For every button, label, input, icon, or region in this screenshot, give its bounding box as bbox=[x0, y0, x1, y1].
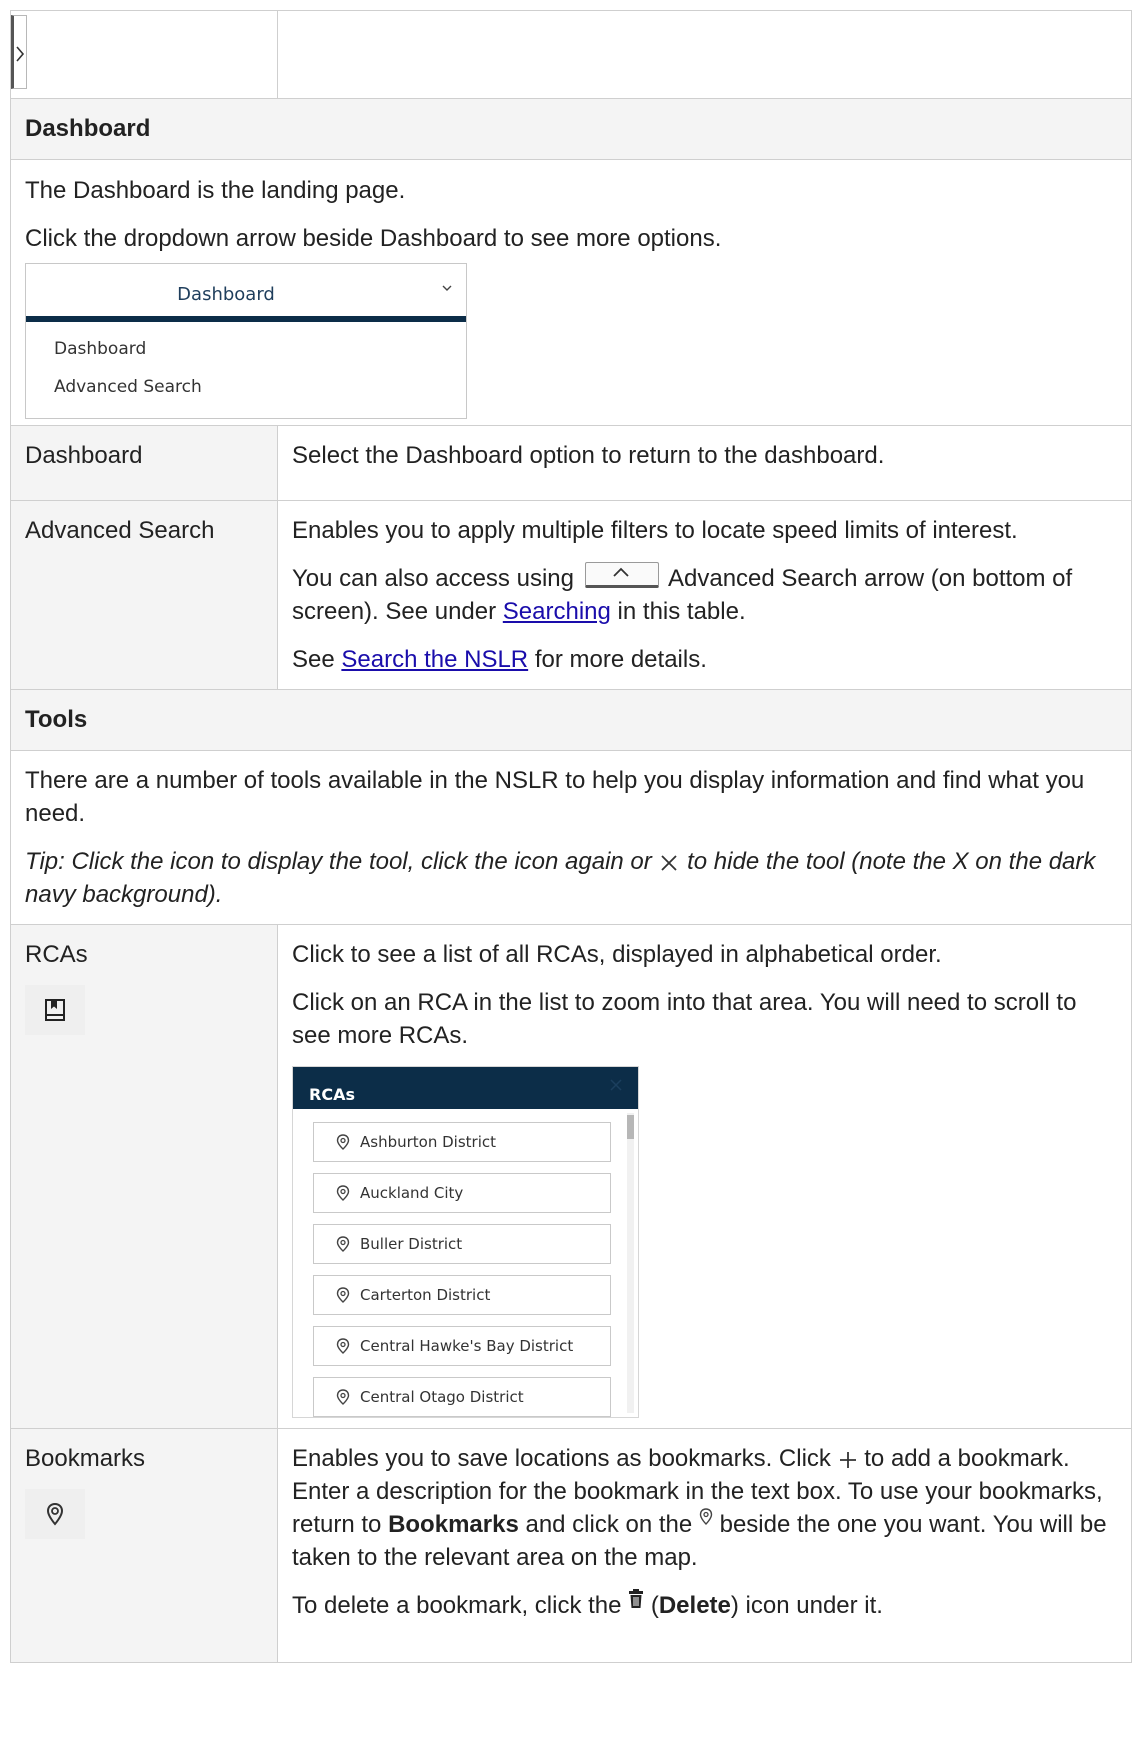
rcas-scrollbar-thumb[interactable] bbox=[627, 1115, 634, 1139]
chevron-up-icon bbox=[613, 567, 629, 577]
bookmarks-del-b: ( bbox=[650, 1592, 659, 1619]
tools-intro-text: There are a number of tools available in… bbox=[25, 767, 1085, 827]
pin-icon bbox=[46, 1502, 64, 1526]
row-label-bookmarks-cell: Bookmarks bbox=[10, 1428, 278, 1663]
bookmarks-row: Bookmarks Enables you to save locations … bbox=[10, 1428, 1132, 1663]
rcas-panel-screenshot: RCAs Ashburton District Auckland City Bu… bbox=[292, 1066, 639, 1418]
list-item-label: Carterton District bbox=[360, 1285, 491, 1304]
advanced-search-desc-2a: You can also access using bbox=[292, 565, 574, 592]
close-icon bbox=[661, 855, 678, 871]
advanced-search-desc-3: See Search the NSLR for more details. bbox=[292, 643, 1117, 676]
close-icon[interactable] bbox=[608, 1077, 624, 1093]
bookmarks-delete-text: To delete a bookmark, click the (Delete)… bbox=[292, 1589, 1117, 1622]
dashboard-intro-cell: The Dashboard is the landing page. Click… bbox=[10, 159, 1132, 426]
row-label-dashboard: Dashboard bbox=[10, 425, 278, 501]
chevron-row bbox=[10, 10, 1132, 99]
dashboard-option-row: Dashboard Select the Dashboard option to… bbox=[10, 425, 1132, 501]
advanced-search-desc-1: Enables you to apply multiple filters to… bbox=[292, 517, 1018, 544]
chevron-empty-cell bbox=[277, 10, 1132, 99]
list-item-label: Buller District bbox=[360, 1234, 463, 1253]
list-item[interactable]: Central Otago District bbox=[313, 1377, 611, 1417]
list-item[interactable]: Ashburton District bbox=[313, 1122, 611, 1162]
searching-link[interactable]: Searching bbox=[503, 598, 611, 625]
dashboard-dropdown-header[interactable]: Dashboard bbox=[26, 264, 466, 322]
tools-tip-a: Tip: Click the icon to display the tool,… bbox=[25, 848, 652, 875]
advanced-search-arrow-button[interactable] bbox=[584, 562, 659, 588]
bookmarks-desc-a: Enables you to save locations as bookmar… bbox=[292, 1445, 831, 1472]
section-title-tools: Tools bbox=[10, 689, 1132, 751]
dropdown-option-advanced-search[interactable]: Advanced Search bbox=[26, 368, 466, 406]
list-item[interactable]: Carterton District bbox=[313, 1275, 611, 1315]
dropdown-selected-label: Dashboard bbox=[177, 284, 275, 305]
trash-icon bbox=[629, 1589, 644, 1608]
bookmarks-del-bold: Delete bbox=[658, 1592, 731, 1619]
rcas-scrollbar[interactable] bbox=[627, 1113, 634, 1413]
dashboard-intro-row: The Dashboard is the landing page. Click… bbox=[10, 159, 1132, 426]
expand-panel-button[interactable] bbox=[11, 15, 27, 89]
list-item-label: Ashburton District bbox=[360, 1132, 496, 1151]
pin-icon bbox=[699, 1508, 713, 1525]
rcas-desc-1: Click to see a list of all RCAs, display… bbox=[292, 941, 942, 968]
plus-icon bbox=[839, 1451, 856, 1468]
dashboard-intro-text-1: The Dashboard is the landing page. bbox=[25, 177, 406, 204]
chevron-down-icon bbox=[442, 285, 452, 291]
dashboard-heading-row: Dashboard bbox=[10, 98, 1132, 160]
row-desc-dashboard: Select the Dashboard option to return to… bbox=[277, 425, 1132, 501]
list-item-label: Auckland City bbox=[360, 1183, 464, 1202]
list-item-label: Central Otago District bbox=[360, 1387, 524, 1406]
list-item[interactable]: Central Hawke's Bay District bbox=[313, 1326, 611, 1366]
row-desc-rcas: Click to see a list of all RCAs, display… bbox=[277, 924, 1132, 1429]
tools-heading-row: Tools bbox=[10, 689, 1132, 751]
tools-intro-row: There are a number of tools available in… bbox=[10, 750, 1132, 925]
rcas-panel-header: RCAs bbox=[293, 1067, 638, 1109]
help-table: Dashboard The Dashboard is the landing p… bbox=[10, 10, 1132, 1663]
book-icon bbox=[45, 999, 65, 1021]
search-the-nslr-link[interactable]: Search the NSLR bbox=[341, 646, 528, 673]
row-label-rcas: RCAs bbox=[25, 941, 88, 968]
list-item-label: Central Hawke's Bay District bbox=[360, 1336, 574, 1355]
pin-icon bbox=[336, 1134, 350, 1150]
chevron-cell bbox=[10, 10, 278, 99]
rcas-list: Ashburton District Auckland City Buller … bbox=[313, 1122, 611, 1417]
rcas-desc-2: Click on an RCA in the list to zoom into… bbox=[292, 989, 1077, 1049]
row-label-advanced-search: Advanced Search bbox=[10, 500, 278, 690]
pin-icon bbox=[336, 1389, 350, 1405]
list-item[interactable]: Auckland City bbox=[313, 1173, 611, 1213]
bookmarks-del-c: ) icon under it. bbox=[730, 1592, 883, 1619]
dashboard-dropdown-screenshot: Dashboard Dashboard Advanced Search bbox=[25, 263, 467, 419]
bookmarks-desc-bold: Bookmarks bbox=[388, 1511, 519, 1538]
rcas-panel-title: RCAs bbox=[309, 1085, 355, 1104]
advanced-search-desc-3a: See bbox=[292, 646, 335, 673]
advanced-search-desc-2c: in this table. bbox=[617, 598, 746, 625]
row-desc-bookmarks: Enables you to save locations as bookmar… bbox=[277, 1428, 1132, 1663]
pin-icon bbox=[336, 1185, 350, 1201]
pin-icon bbox=[336, 1338, 350, 1354]
pin-icon bbox=[336, 1236, 350, 1252]
document-page: Dashboard The Dashboard is the landing p… bbox=[0, 0, 1140, 1740]
section-title-dashboard: Dashboard bbox=[10, 98, 1132, 160]
chevron-right-icon bbox=[16, 46, 25, 62]
bookmarks-tool-button[interactable] bbox=[25, 1489, 85, 1539]
list-item[interactable]: Buller District bbox=[313, 1224, 611, 1264]
pin-icon bbox=[336, 1287, 350, 1303]
dashboard-intro-text-2: Click the dropdown arrow beside Dashboar… bbox=[25, 225, 722, 252]
rcas-tool-button[interactable] bbox=[25, 985, 85, 1035]
tools-intro-cell: There are a number of tools available in… bbox=[10, 750, 1132, 925]
row-desc-advanced-search: Enables you to apply multiple filters to… bbox=[277, 500, 1132, 690]
advanced-search-desc-2: You can also access using Advanced Searc… bbox=[292, 562, 1117, 628]
row-label-rcas-cell: RCAs bbox=[10, 924, 278, 1429]
advanced-search-row: Advanced Search Enables you to apply mul… bbox=[10, 500, 1132, 690]
dropdown-option-dashboard[interactable]: Dashboard bbox=[26, 330, 466, 368]
advanced-search-desc-3b: for more details. bbox=[534, 646, 707, 673]
tools-tip-text: Tip: Click the icon to display the tool,… bbox=[25, 845, 1117, 911]
bookmarks-del-a: To delete a bookmark, click the bbox=[292, 1592, 622, 1619]
bookmarks-desc-c: and click on the bbox=[525, 1511, 693, 1538]
row-label-bookmarks: Bookmarks bbox=[25, 1445, 146, 1472]
rcas-row: RCAs Click to see a list of all RCAs, di… bbox=[10, 924, 1132, 1429]
bookmarks-desc: Enables you to save locations as bookmar… bbox=[292, 1442, 1117, 1574]
